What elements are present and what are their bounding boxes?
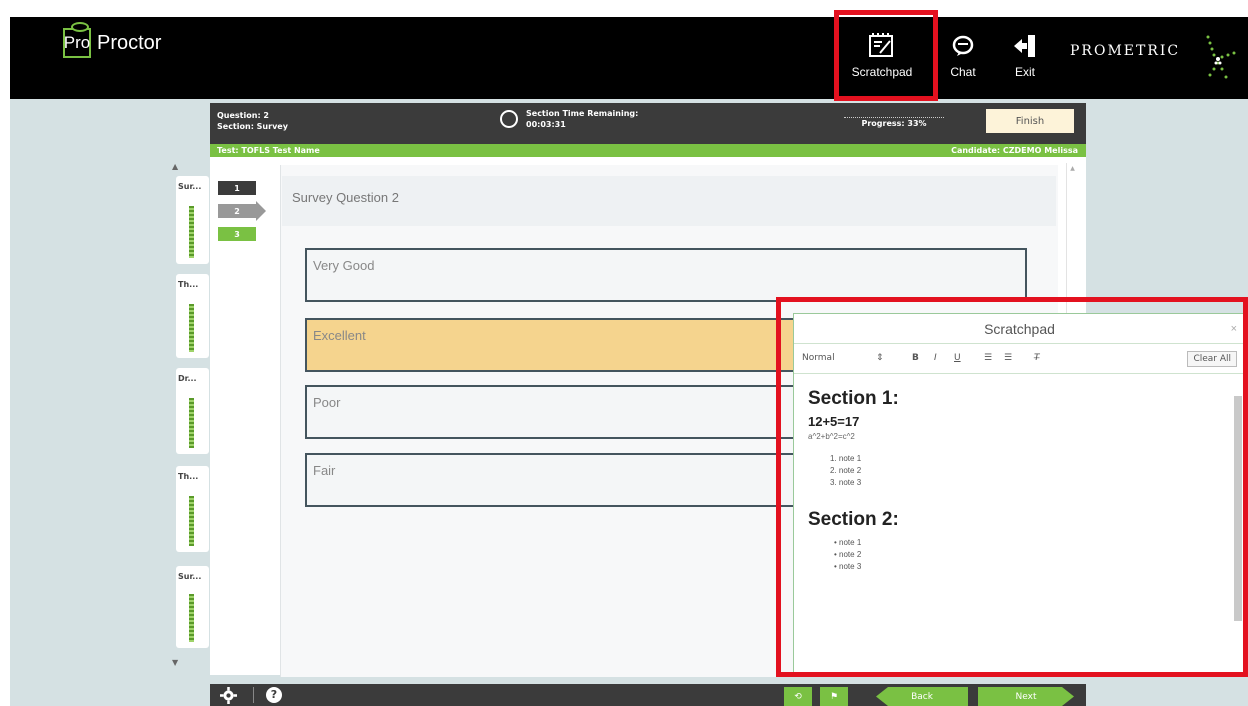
question-info: Question: 2 Section: Survey (217, 110, 288, 132)
candidate-name: Candidate: CZDEMO Melissa (951, 146, 1078, 155)
chat-label: Chat (950, 65, 976, 79)
prometric-spark-icon (1196, 33, 1236, 89)
exit-label: Exit (1014, 65, 1035, 79)
section-card[interactable]: Sur... (176, 566, 209, 648)
bottom-bar: ? ⟲ ⚑ Back Next (210, 684, 1086, 706)
section-progress (189, 398, 194, 448)
exit-button[interactable]: Exit (1000, 31, 1050, 79)
gear-icon[interactable] (220, 687, 237, 706)
chat-button[interactable]: Chat (938, 31, 988, 79)
section-scroll-up-icon[interactable]: ▲ (172, 162, 178, 171)
section-card[interactable]: Th... (176, 274, 209, 358)
logo-eye-icon (71, 22, 89, 32)
section-label: Sur... (178, 182, 202, 191)
help-icon[interactable]: ? (266, 687, 282, 703)
section-label: Dr... (178, 374, 197, 383)
back-button[interactable]: Back (876, 687, 968, 706)
next-button[interactable]: Next (978, 687, 1074, 706)
progress-label: Progress: 33% (861, 119, 927, 128)
flag-icon[interactable]: ⚑ (820, 687, 848, 706)
section-card[interactable]: Th... (176, 466, 209, 552)
test-info-bar: Test: TOFLS Test Name Candidate: CZDEMO … (210, 144, 1086, 157)
toolbar-divider (253, 687, 254, 703)
test-name: Test: TOFLS Test Name (217, 146, 320, 155)
question-number: Question: 2 (217, 111, 269, 120)
section-progress (189, 594, 194, 642)
exit-icon (1000, 31, 1050, 61)
prometric-logo-text: PROMETRIC (1070, 43, 1181, 59)
progress-bar (844, 108, 944, 118)
app-logo: Pro Proctor (63, 22, 162, 58)
progress-info: Progress: 33% (844, 108, 944, 129)
section-label: Th... (178, 472, 199, 481)
chat-icon (938, 31, 988, 61)
question-nav-item-current[interactable]: 2 (218, 204, 256, 218)
time-value: 00:03:31 (526, 120, 566, 129)
time-label: Section Time Remaining: (526, 109, 639, 118)
time-remaining: Section Time Remaining: 00:03:31 (500, 108, 638, 130)
logo-text: Proctor (97, 31, 162, 54)
question-nav-item[interactable]: 3 (218, 227, 256, 241)
top-bar: Pro Proctor Scratchpad Chat Exit PROMETR… (10, 17, 1248, 99)
answer-option[interactable]: Very Good (305, 248, 1027, 302)
section-name: Section: Survey (217, 122, 288, 131)
section-progress (189, 496, 194, 546)
section-scroll-down-icon[interactable]: ▼ (172, 658, 178, 667)
section-card[interactable]: Sur... (176, 176, 209, 264)
finish-button[interactable]: Finish (986, 109, 1074, 133)
scroll-up-icon[interactable]: ▲ (1067, 163, 1078, 172)
current-question-arrow-icon (256, 201, 266, 221)
highlight-box-scratchpad (834, 10, 938, 101)
clock-icon (500, 110, 518, 128)
section-label: Th... (178, 280, 199, 289)
app-root: Pro Proctor Scratchpad Chat Exit PROMETR… (0, 0, 1248, 706)
review-icon[interactable]: ⟲ (784, 687, 812, 706)
section-label: Sur... (178, 572, 202, 581)
highlight-box-panel (776, 297, 1248, 677)
question-nav-item[interactable]: 1 (218, 181, 256, 195)
logo-box: Pro (63, 22, 91, 58)
question-title: Survey Question 2 (282, 176, 1056, 226)
logo-box-text: Pro (63, 33, 91, 52)
test-header: Question: 2 Section: Survey Section Time… (210, 103, 1086, 144)
section-card[interactable]: Dr... (176, 368, 209, 454)
section-progress (189, 206, 194, 258)
section-progress (189, 304, 194, 352)
